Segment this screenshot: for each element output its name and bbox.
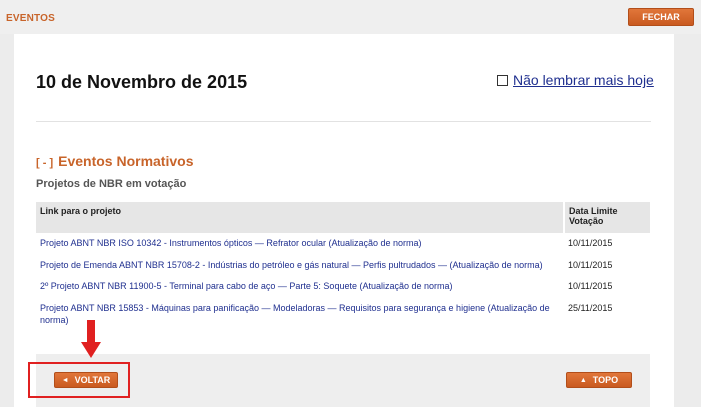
table-row: 2º Projeto ABNT NBR 11900-5 - Terminal p…: [36, 276, 650, 298]
header-link: Link para o projeto: [36, 202, 565, 233]
project-link[interactable]: Projeto de Emenda ABNT NBR 15708-2 - Ind…: [36, 255, 564, 277]
project-deadline: 10/11/2015: [568, 259, 613, 270]
projects-table: Link para o projeto Data Limite Votação …: [36, 202, 650, 331]
page-date: 10 de Novembro de 2015: [36, 72, 248, 92]
project-link[interactable]: Projeto ABNT NBR ISO 10342 - Instrumento…: [36, 233, 564, 255]
section-header: [ - ] Eventos Normativos: [36, 153, 193, 169]
section-subtitle: Projetos de NBR em votação: [36, 178, 187, 190]
table-row: Projeto ABNT NBR ISO 10342 - Instrumento…: [36, 233, 650, 255]
project-deadline: 10/11/2015: [568, 238, 613, 248]
project-deadline: 10/11/2015: [568, 281, 613, 292]
collapse-toggle[interactable]: [ - ]: [36, 157, 53, 169]
divider: [36, 121, 651, 122]
project-link[interactable]: Projeto ABNT NBR 15853 - Máquinas para p…: [36, 298, 564, 331]
remember-checkbox[interactable]: [497, 74, 508, 86]
section-title: Eventos Normativos: [58, 153, 194, 169]
close-button[interactable]: FECHAR: [628, 8, 694, 26]
annotation-highlight: [28, 362, 130, 398]
top-button-label: TOPO: [592, 375, 619, 385]
header-deadline: Data Limite Votação: [564, 202, 650, 233]
remember-option[interactable]: Não lembrar mais hoje: [497, 72, 654, 88]
events-panel: 10 de Novembro de 2015 Não lembrar mais …: [14, 34, 674, 407]
table-row: Projeto de Emenda ABNT NBR 15708-2 - Ind…: [36, 255, 650, 277]
table-header-row: Link para o projeto Data Limite Votação: [36, 202, 650, 233]
top-bar: EVENTOS FECHAR: [0, 0, 701, 34]
annotation-arrow-icon: [81, 320, 101, 358]
table-row: Projeto ABNT NBR 15853 - Máquinas para p…: [36, 298, 650, 331]
window-title: EVENTOS: [6, 13, 56, 24]
arrow-up-icon: ▲: [579, 376, 587, 384]
project-link[interactable]: 2º Projeto ABNT NBR 11900-5 - Terminal p…: [36, 276, 564, 298]
top-button[interactable]: ▲ TOPO: [566, 372, 632, 388]
project-deadline: 25/11/2015: [568, 303, 613, 314]
remember-link[interactable]: Não lembrar mais hoje: [513, 72, 654, 88]
